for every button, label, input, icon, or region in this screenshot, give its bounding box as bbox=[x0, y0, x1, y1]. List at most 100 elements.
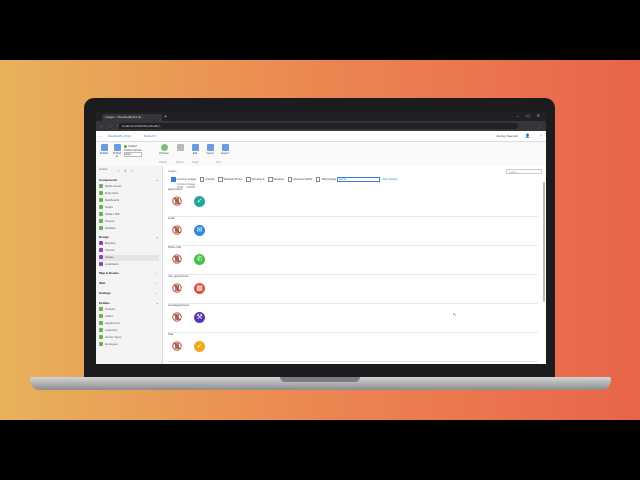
export-button[interactable]: Export bbox=[219, 144, 231, 155]
sidebar-item[interactable]: Localization bbox=[99, 262, 159, 268]
laptop-screen: Images - MoodlesBy113 [2] + – ☐ ✕ ← → ⟳ … bbox=[96, 112, 546, 364]
publish-as-button[interactable]: Publish As bbox=[111, 144, 123, 158]
app-name[interactable]: MoodlesBy (1/11) bbox=[108, 134, 131, 138]
sidebar-item[interactable]: Employees bbox=[99, 342, 159, 348]
no-image-icon[interactable] bbox=[172, 196, 182, 206]
module-icon bbox=[99, 212, 103, 217]
checkbox[interactable] bbox=[268, 177, 273, 182]
activity-image-icon[interactable]: ▦ bbox=[194, 283, 205, 294]
ribbon-group-label: Files bbox=[216, 161, 222, 164]
image-row[interactable]: Phone Call ✆ bbox=[168, 245, 538, 275]
entity-icon bbox=[99, 328, 103, 333]
image-row-name: appointment bbox=[168, 188, 183, 191]
activity-image-icon[interactable]: ✆ bbox=[194, 254, 205, 265]
help-icon[interactable]: ? bbox=[540, 133, 542, 138]
sidebar-item[interactable]: OData / XML bbox=[99, 212, 159, 218]
sidebar-item[interactable]: Variables bbox=[99, 226, 159, 232]
activity-image-icon[interactable]: ✓ bbox=[194, 196, 205, 207]
section-entities[interactable]: Entities ⌄ bbox=[99, 301, 159, 305]
activity-image-icon[interactable]: ✓ bbox=[194, 341, 205, 352]
publish-button[interactable]: Publish bbox=[98, 144, 110, 155]
import-button[interactable]: Import bbox=[204, 144, 216, 155]
chevron-down-icon: ⌄ bbox=[156, 178, 159, 182]
sidebar-item[interactable]: Products bbox=[99, 307, 159, 313]
entity-icon bbox=[99, 307, 103, 312]
sidebar-item[interactable]: Entity Store bbox=[99, 191, 159, 197]
search-input[interactable]: Search... bbox=[506, 169, 542, 174]
image-row-name: servicappointment bbox=[168, 304, 190, 307]
back-icon[interactable]: ← bbox=[99, 133, 103, 138]
edit-button[interactable]: Edit bbox=[189, 144, 201, 155]
sidebar-item-images[interactable]: Images bbox=[99, 255, 159, 261]
image-row[interactable]: servicappointment ⚒ bbox=[168, 303, 538, 333]
images-panel: Images Search... Common Images Android W… bbox=[163, 166, 546, 364]
verify-panel: Verified Publish Version latest bbox=[124, 145, 142, 158]
blank-image-button[interactable] bbox=[174, 144, 186, 152]
globe-icon bbox=[99, 262, 103, 267]
image-row[interactable]: Task ✓ bbox=[168, 332, 538, 362]
version-stepper[interactable]: ‹ 1 › bbox=[118, 169, 134, 173]
glyph-icon: ✓ bbox=[196, 343, 203, 350]
sidebar-item[interactable]: Scripts bbox=[99, 205, 159, 211]
image-row-name: email bbox=[168, 217, 175, 220]
mouse-cursor: ↖ bbox=[453, 312, 457, 317]
sidebar-item[interactable]: Customers bbox=[99, 328, 159, 334]
module-icon bbox=[99, 198, 103, 203]
sidebar-item[interactable]: Orders bbox=[99, 314, 159, 320]
activity-image-icon[interactable]: ⚒ bbox=[194, 312, 205, 323]
no-image-icon[interactable] bbox=[172, 312, 182, 322]
image-row[interactable]: email ✉ bbox=[168, 216, 538, 246]
sidebar-item[interactable]: Themes bbox=[99, 248, 159, 254]
sidebar-item[interactable]: Process bbox=[99, 219, 159, 225]
browser-menu-icon[interactable]: ⋮ bbox=[538, 123, 542, 128]
checkbox[interactable] bbox=[246, 177, 251, 182]
glyph-icon: ⚒ bbox=[196, 314, 203, 321]
section-settings[interactable]: Settings › bbox=[99, 291, 157, 295]
entity-icon bbox=[99, 321, 103, 326]
ribbon-toolbar: Publish Publish As Verified Publish Vers… bbox=[96, 142, 546, 167]
ribbon-group-label: Shared bbox=[176, 161, 184, 164]
scrollbar[interactable] bbox=[543, 182, 545, 302]
ribbon-group-label: Image bbox=[192, 161, 199, 164]
module-icon bbox=[99, 191, 103, 196]
sidebar-item[interactable]: Branding bbox=[99, 241, 159, 247]
preview-button[interactable]: Preview bbox=[158, 144, 170, 155]
section-web[interactable]: Web › bbox=[99, 281, 157, 285]
glyph-icon: ✓ bbox=[196, 198, 203, 205]
activity-image-icon[interactable]: ✉ bbox=[194, 225, 205, 236]
user-icon[interactable]: 👤 bbox=[525, 133, 530, 138]
checkbox[interactable] bbox=[199, 177, 205, 182]
branch-dropdown[interactable]: Default ▾ bbox=[144, 134, 156, 138]
image-row-name: Task bbox=[168, 333, 174, 336]
sidebar-item[interactable]: Appointment bbox=[99, 321, 159, 327]
image-row-name: new_appointment bbox=[168, 275, 189, 278]
checkbox[interactable] bbox=[287, 177, 293, 182]
add-variation-link[interactable]: Add Variation bbox=[382, 178, 397, 181]
display-select[interactable]: Activity bbox=[336, 177, 380, 182]
image-row[interactable]: appointment ✓ bbox=[168, 187, 538, 217]
sidebar-item[interactable]: Dashboards bbox=[99, 198, 159, 204]
image-row[interactable]: new_appointment ▦ bbox=[168, 274, 538, 304]
sidebar-item[interactable]: Mobile access bbox=[99, 184, 159, 190]
verified-icon bbox=[124, 145, 127, 148]
new-tab-button[interactable]: + bbox=[164, 114, 167, 120]
no-image-icon[interactable] bbox=[172, 225, 182, 235]
version-select[interactable]: latest bbox=[124, 152, 142, 158]
section-maps[interactable]: Map & Routes › bbox=[99, 271, 157, 275]
browser-tab[interactable]: Images - MoodlesBy113 [2] bbox=[102, 114, 162, 121]
checkbox[interactable] bbox=[218, 177, 223, 182]
edit-icon bbox=[191, 144, 199, 151]
no-image-icon[interactable] bbox=[172, 254, 182, 264]
chevron-right-icon: › bbox=[156, 271, 157, 275]
url-bar[interactable]: localhost:20010/MoodlesBy/... bbox=[118, 123, 518, 129]
section-design[interactable]: Design ⌄ bbox=[99, 235, 159, 239]
no-image-icon[interactable] bbox=[172, 283, 182, 293]
no-image-icon[interactable] bbox=[172, 341, 182, 351]
glyph-icon: ▦ bbox=[196, 285, 203, 292]
chevron-down-icon: ⌄ bbox=[156, 301, 159, 305]
window-controls[interactable]: – ☐ ✕ bbox=[517, 113, 543, 118]
section-components[interactable]: Components ⌄ bbox=[99, 178, 159, 182]
sidebar-item[interactable]: Service Types bbox=[99, 335, 159, 341]
checkbox[interactable] bbox=[315, 177, 321, 182]
checkbox[interactable] bbox=[171, 177, 176, 182]
